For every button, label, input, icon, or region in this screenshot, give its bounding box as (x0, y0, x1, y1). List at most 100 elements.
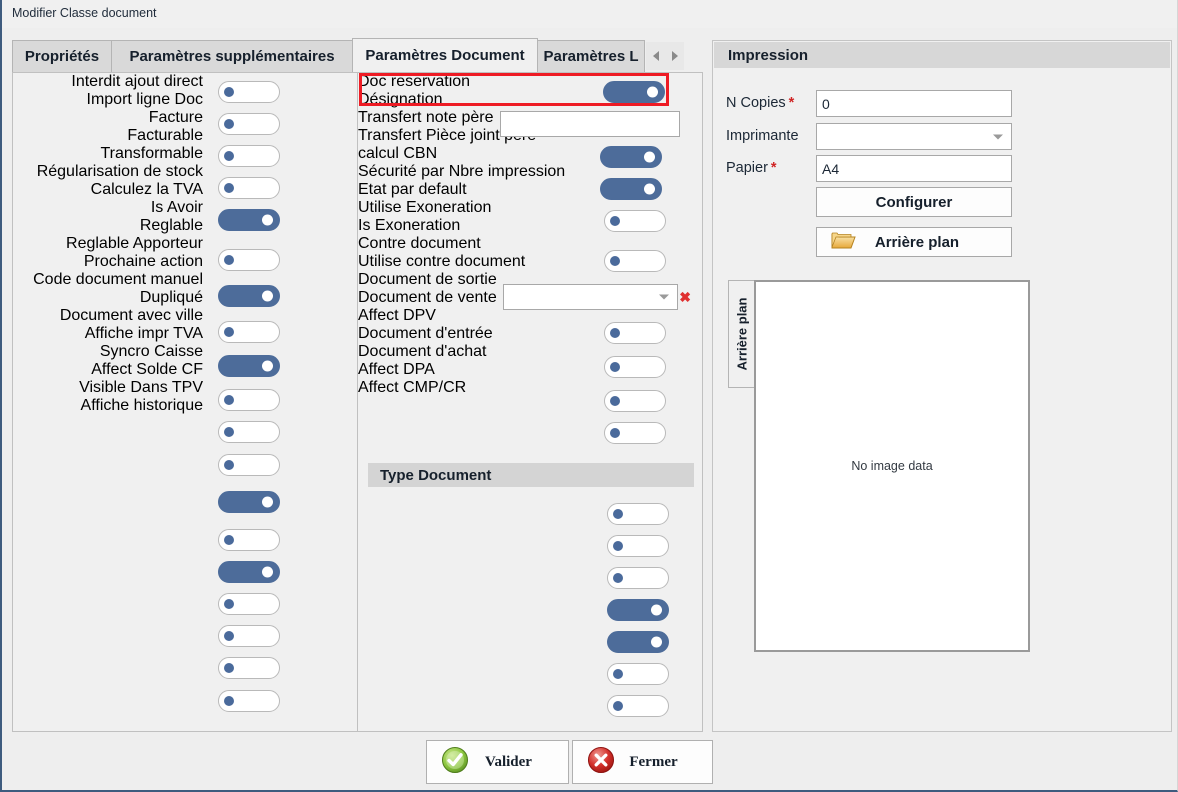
chevron-down-icon[interactable] (659, 294, 669, 300)
toggle-visible-dans-tpv[interactable] (218, 657, 280, 679)
toggle-affiche-impr-tva[interactable] (218, 561, 280, 583)
toggle-affect-cmp-cr[interactable] (607, 695, 669, 717)
setting-label: Affiche historique (80, 397, 203, 414)
window-title: Modifier Classe document (12, 6, 157, 20)
toggle-transformable[interactable] (218, 209, 280, 231)
setting-label: Visible Dans TPV (79, 379, 203, 396)
toggle-import-ligne-doc[interactable] (218, 113, 280, 135)
clear-x-icon[interactable]: ✖ (679, 290, 691, 304)
toggle-affiche-historique[interactable] (218, 690, 280, 712)
toggle-prochaine-action[interactable] (218, 421, 280, 443)
close-button-label: Fermer (629, 753, 678, 770)
setting-label: Import ligne Doc (86, 91, 204, 108)
toggle-affect-dpa[interactable] (607, 663, 669, 685)
setting-label: Facturable (127, 127, 203, 144)
tab-param-tres-l[interactable]: Paramètres L (537, 40, 645, 72)
validate-button[interactable]: Valider (426, 740, 569, 784)
close-button[interactable]: Fermer (572, 740, 713, 784)
toggle-document-d-entr-e[interactable] (607, 599, 669, 621)
tab-label: Paramètres L (543, 48, 639, 65)
input-n-copies[interactable]: 0 (816, 90, 1012, 117)
tab-propri-t-s[interactable]: Propriétés (12, 40, 112, 72)
background-preview-tab[interactable]: Arrière plan (728, 280, 754, 388)
tab-param-tres-suppl-mentaires[interactable]: Paramètres supplémentaires (111, 40, 353, 72)
background-preview-tab-label: Arrière plan (734, 297, 749, 371)
validate-button-label: Valider (485, 753, 532, 770)
background-image-preview[interactable]: No image data (754, 280, 1030, 652)
toggle-affect-solde-cf[interactable] (218, 625, 280, 647)
toggle-transfert-pi-ce-joint-p-re[interactable] (600, 178, 662, 200)
no-image-data-text: No image data (851, 459, 933, 473)
toggle-facture[interactable] (218, 145, 280, 167)
setting-label: Dupliqué (139, 289, 203, 306)
toggle-utilise-contre-document[interactable] (604, 422, 666, 444)
setting-label: Transformable (100, 145, 203, 162)
setting-label: Code document manuel (33, 271, 203, 288)
field-label-text: N Copies (726, 95, 786, 111)
toggle-calculez-la-tva[interactable] (218, 285, 280, 307)
setting-label: Reglable Apporteur (66, 235, 203, 252)
setting-label: Is Avoir (150, 199, 203, 216)
field-label-text: Papier (726, 160, 768, 176)
tab-label: Paramètres supplémentaires (129, 48, 335, 65)
toggle-dupliqu[interactable] (218, 491, 280, 513)
label-imprimante: Imprimante (726, 128, 799, 144)
impression-group-title: Impression (714, 42, 1170, 68)
setting-label: Reglable (139, 217, 203, 234)
toggle-facturable[interactable] (218, 177, 280, 199)
tab-scroll-nav (646, 42, 684, 70)
toggle-calcul-cbn[interactable] (604, 210, 666, 232)
toggle-transfert-note-p-re[interactable] (600, 146, 662, 168)
toggle-document-avec-ville[interactable] (218, 529, 280, 551)
background-button[interactable]: Arrière plan (816, 227, 1012, 257)
setting-label: Régularisation de stock (36, 163, 203, 180)
input-papier[interactable]: A4 (816, 155, 1012, 182)
setting-label: Document avec ville (59, 307, 203, 324)
tab-label: Propriétés (24, 48, 100, 65)
toggle-code-document-manuel[interactable] (218, 454, 280, 476)
toggle-interdit-ajout-direct[interactable] (218, 81, 280, 103)
tab-label: Paramètres Document (365, 47, 525, 64)
toggle-contre-document[interactable] (604, 390, 666, 412)
green-check-circle-icon (441, 746, 469, 779)
toggle-doc-reservation[interactable] (603, 81, 665, 103)
setting-label: Interdit ajout direct (71, 73, 203, 90)
toggle-syncro-caisse[interactable] (218, 593, 280, 615)
toggle-reglable-apporteur[interactable] (218, 389, 280, 411)
toggle-reglable[interactable] (218, 355, 280, 377)
chevron-right-icon[interactable] (671, 51, 678, 61)
combo-imprimante[interactable] (816, 123, 1012, 150)
setting-label: Syncro Caisse (99, 343, 203, 360)
tab-param-tres-document[interactable]: Paramètres Document (352, 38, 538, 72)
combo-etat-par-default[interactable]: ✖ (503, 284, 691, 310)
label-papier: Papier * (726, 160, 777, 176)
toggle-is-exoneration[interactable] (604, 356, 666, 378)
folder-icon (831, 230, 857, 254)
setting-label: Affect Solde CF (91, 361, 203, 378)
window-titlebar: Modifier Classe document (2, 0, 1177, 28)
toggle-document-d-achat[interactable] (607, 631, 669, 653)
chevron-down-icon[interactable] (993, 134, 1003, 139)
required-asterisk: * (788, 95, 795, 111)
toggle-document-de-vente[interactable] (607, 535, 669, 557)
field-label-text: Imprimante (726, 128, 799, 144)
toggle-r-gularisation-de-stock[interactable] (218, 249, 280, 271)
document-parameters-panel: Doc reservation Désignation Transfert note… (357, 72, 703, 732)
toggle-is-avoir[interactable] (218, 321, 280, 343)
toggle-s-curit-par-nbre-impression[interactable] (604, 250, 666, 272)
input-d-signation[interactable] (500, 111, 680, 137)
toggle-affect-dpv[interactable] (607, 567, 669, 589)
left-settings-panel: Interdit ajout direct Import ligne Doc Fac… (12, 72, 358, 732)
setting-label: Prochaine action (83, 253, 203, 270)
tab-strip: Propriétés Paramètres supplémentaires Para… (12, 38, 702, 72)
toggle-document-de-sortie[interactable] (607, 503, 669, 525)
modifier-classe-document-window: Modifier Classe document Propriétés Param… (0, 0, 1178, 792)
configure-button[interactable]: Configurer (816, 187, 1012, 217)
label-n-copies: N Copies * (726, 95, 794, 111)
red-x-circle-icon (587, 746, 615, 779)
setting-label: Calculez la TVA (90, 181, 203, 198)
setting-label: Facture (148, 109, 203, 126)
chevron-left-icon[interactable] (652, 51, 659, 61)
required-asterisk: * (770, 160, 777, 176)
toggle-utilise-exoneration[interactable] (604, 322, 666, 344)
